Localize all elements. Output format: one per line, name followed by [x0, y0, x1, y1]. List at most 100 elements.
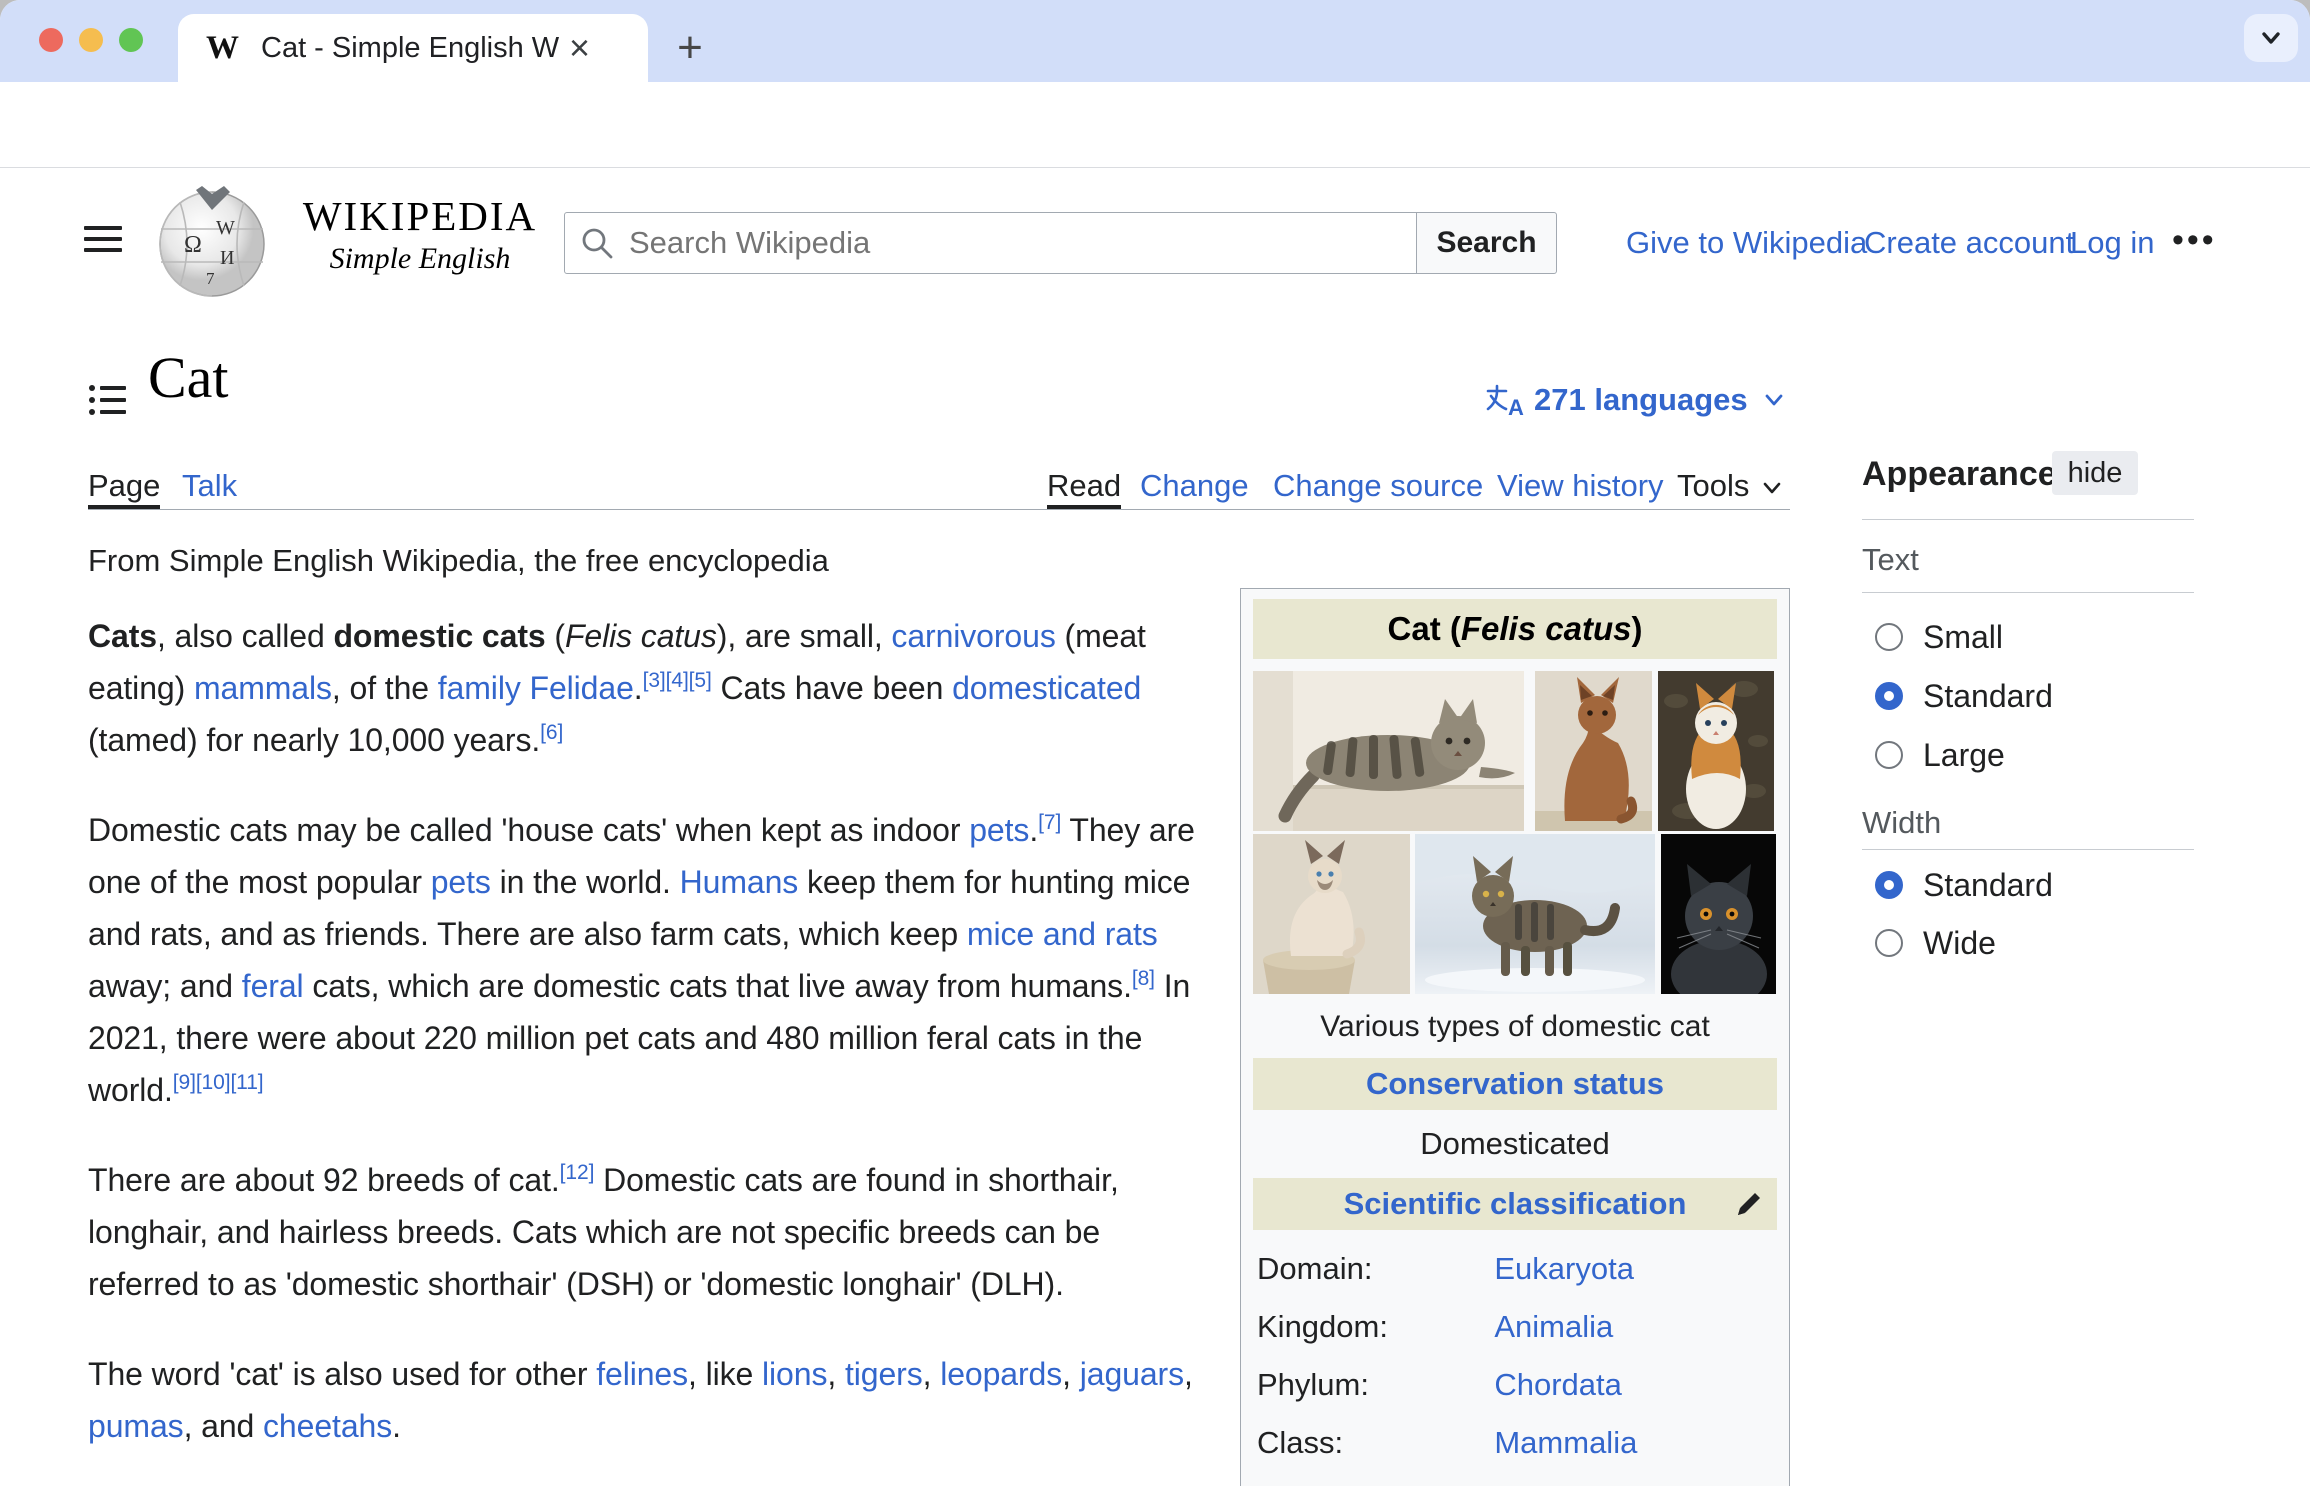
row-label: Class:: [1257, 1425, 1344, 1460]
inline-link[interactable]: jaguars: [1080, 1356, 1184, 1392]
reference-link[interactable]: [6]: [540, 721, 563, 744]
log-in-link[interactable]: Log in: [2070, 225, 2154, 261]
photo-tabby-cat-in-snow[interactable]: [1414, 834, 1658, 994]
reference-link[interactable]: [8]: [1132, 967, 1155, 990]
browser-tab[interactable]: W Cat - Simple English Wikipedi ×: [178, 14, 648, 82]
search-icon: [582, 228, 613, 259]
inline-link[interactable]: pets: [431, 864, 491, 900]
new-tab-button[interactable]: +: [668, 26, 712, 70]
tab-page[interactable]: Page: [88, 468, 161, 509]
row-value-link[interactable]: Chordata: [1494, 1367, 1622, 1403]
inline-link[interactable]: leopards: [940, 1356, 1062, 1392]
text-segment: ,: [827, 1356, 845, 1392]
text-size-option-large[interactable]: Large: [1862, 735, 2005, 775]
radio-label: Wide: [1923, 924, 1996, 961]
create-account-link[interactable]: Create account: [1864, 225, 2074, 261]
tab-read[interactable]: Read: [1047, 468, 1122, 509]
inline-link[interactable]: feral: [242, 968, 304, 1004]
scientific-classification-link[interactable]: Scientific classification: [1344, 1186, 1687, 1221]
inline-link[interactable]: pumas: [88, 1408, 184, 1444]
row-value-link[interactable]: Animalia: [1494, 1309, 1613, 1345]
radio-icon[interactable]: [1875, 741, 1903, 769]
radio-icon[interactable]: [1875, 871, 1903, 899]
text-size-option-standard[interactable]: Standard: [1862, 676, 2053, 716]
radio-icon[interactable]: [1875, 623, 1903, 651]
reference-link[interactable]: [9][10][11]: [173, 1071, 264, 1094]
photo-tabby-cat-lying[interactable]: [1253, 671, 1532, 831]
wikipedia-wordmark[interactable]: WIKIPEDIA Simple English: [290, 192, 550, 276]
scientific-classification-header[interactable]: Scientific classification: [1253, 1178, 1777, 1230]
text-segment: (tamed) for nearly 10,000 years.: [88, 722, 541, 758]
wordmark-title: WIKIPEDIA: [302, 193, 538, 239]
text-size-option-small[interactable]: Small: [1862, 617, 2003, 657]
search-input[interactable]: [627, 224, 1416, 262]
conservation-status-header[interactable]: Conservation status: [1253, 1058, 1777, 1110]
contents-toc-button[interactable]: [88, 382, 128, 418]
photo-orange-white-cat[interactable]: [1657, 671, 1777, 831]
give-to-wikipedia-link[interactable]: Give to Wikipedia: [1626, 225, 1867, 261]
fullscreen-window-button[interactable]: [119, 28, 143, 52]
wikipedia-globe-logo[interactable]: Ω W И 7: [154, 184, 270, 300]
inline-link[interactable]: felines: [596, 1356, 688, 1392]
svg-text:Ω: Ω: [184, 232, 202, 258]
photo-gray-cat-dark[interactable]: [1660, 834, 1777, 994]
tools-chevron-icon[interactable]: [1760, 476, 1784, 500]
wiki-search-box[interactable]: [564, 212, 1417, 274]
inline-link[interactable]: carnivorous: [891, 618, 1055, 654]
radio-icon[interactable]: [1875, 682, 1903, 710]
inline-link[interactable]: tigers: [845, 1356, 923, 1392]
inline-link[interactable]: domesticated: [952, 670, 1141, 706]
photo-siamese-cat[interactable]: [1253, 834, 1412, 994]
browser-toolbar: simple.wikipedia.org/wiki/Cat on: [0, 82, 2310, 237]
text-segment: ,: [1062, 1356, 1080, 1392]
inline-link[interactable]: lions: [762, 1356, 827, 1392]
appearance-hide-button[interactable]: hide: [2052, 451, 2138, 495]
inline-link[interactable]: mammals: [194, 670, 332, 706]
paragraph: Domestic cats may be called 'house cats'…: [88, 804, 1213, 1116]
inline-link[interactable]: family Felidae: [438, 670, 634, 706]
tab-search-button[interactable]: [2244, 14, 2298, 62]
text-segment: , of the: [331, 670, 438, 706]
text-segment: , and: [183, 1408, 264, 1444]
tab-tools[interactable]: Tools: [1677, 468, 1749, 505]
inline-link[interactable]: Humans: [680, 864, 799, 900]
tab-view-history[interactable]: View history: [1497, 468, 1664, 505]
languages-icon: A: [1486, 384, 1524, 417]
text-section-label: Text: [1862, 542, 1919, 577]
main-menu-hamburger-button[interactable]: [84, 226, 122, 254]
close-tab-icon[interactable]: ×: [569, 30, 590, 66]
text-segment: ): [1631, 610, 1643, 647]
search-button[interactable]: Search: [1416, 212, 1557, 274]
languages-count-label: 271 languages: [1534, 382, 1748, 417]
reference-link[interactable]: [12]: [560, 1161, 595, 1184]
width-option-wide[interactable]: Wide: [1862, 923, 1996, 963]
width-option-standard[interactable]: Standard: [1862, 865, 2053, 905]
radio-icon[interactable]: [1875, 929, 1903, 957]
edit-pencil-icon[interactable]: [1733, 1188, 1765, 1220]
row-value-link[interactable]: Eukaryota: [1494, 1251, 1634, 1287]
width-section-label: Width: [1862, 805, 1942, 840]
inline-link[interactable]: mice and rats: [967, 916, 1158, 952]
radio-label: Large: [1923, 736, 2005, 773]
photo-abyssinian-cat[interactable]: [1534, 671, 1655, 831]
text-segment: Cats: [88, 618, 157, 654]
chevron-down-icon: [1765, 394, 1783, 406]
minimize-window-button[interactable]: [79, 28, 103, 52]
text-segment: .: [633, 670, 643, 706]
row-value-link[interactable]: Mammalia: [1494, 1425, 1637, 1461]
header-more-menu[interactable]: •••: [2172, 221, 2217, 260]
reference-link[interactable]: [7]: [1038, 811, 1061, 834]
reference-link[interactable]: [3][4][5]: [643, 669, 712, 692]
tab-talk[interactable]: Talk: [182, 468, 237, 505]
chevron-down-icon: [2262, 32, 2280, 44]
text-segment: Cat (: [1387, 610, 1461, 647]
close-window-button[interactable]: [39, 28, 63, 52]
conservation-status-link[interactable]: Conservation status: [1366, 1066, 1664, 1101]
tab-change-source[interactable]: Change source: [1273, 468, 1483, 505]
inline-link[interactable]: pets: [969, 812, 1029, 848]
svg-text:И: И: [220, 247, 234, 269]
languages-selector[interactable]: A 271 languages: [1486, 382, 1786, 418]
tab-change[interactable]: Change: [1140, 468, 1249, 505]
inline-link[interactable]: cheetahs: [263, 1408, 392, 1444]
paragraph: Cats, also called domestic cats (Felis c…: [88, 610, 1213, 766]
